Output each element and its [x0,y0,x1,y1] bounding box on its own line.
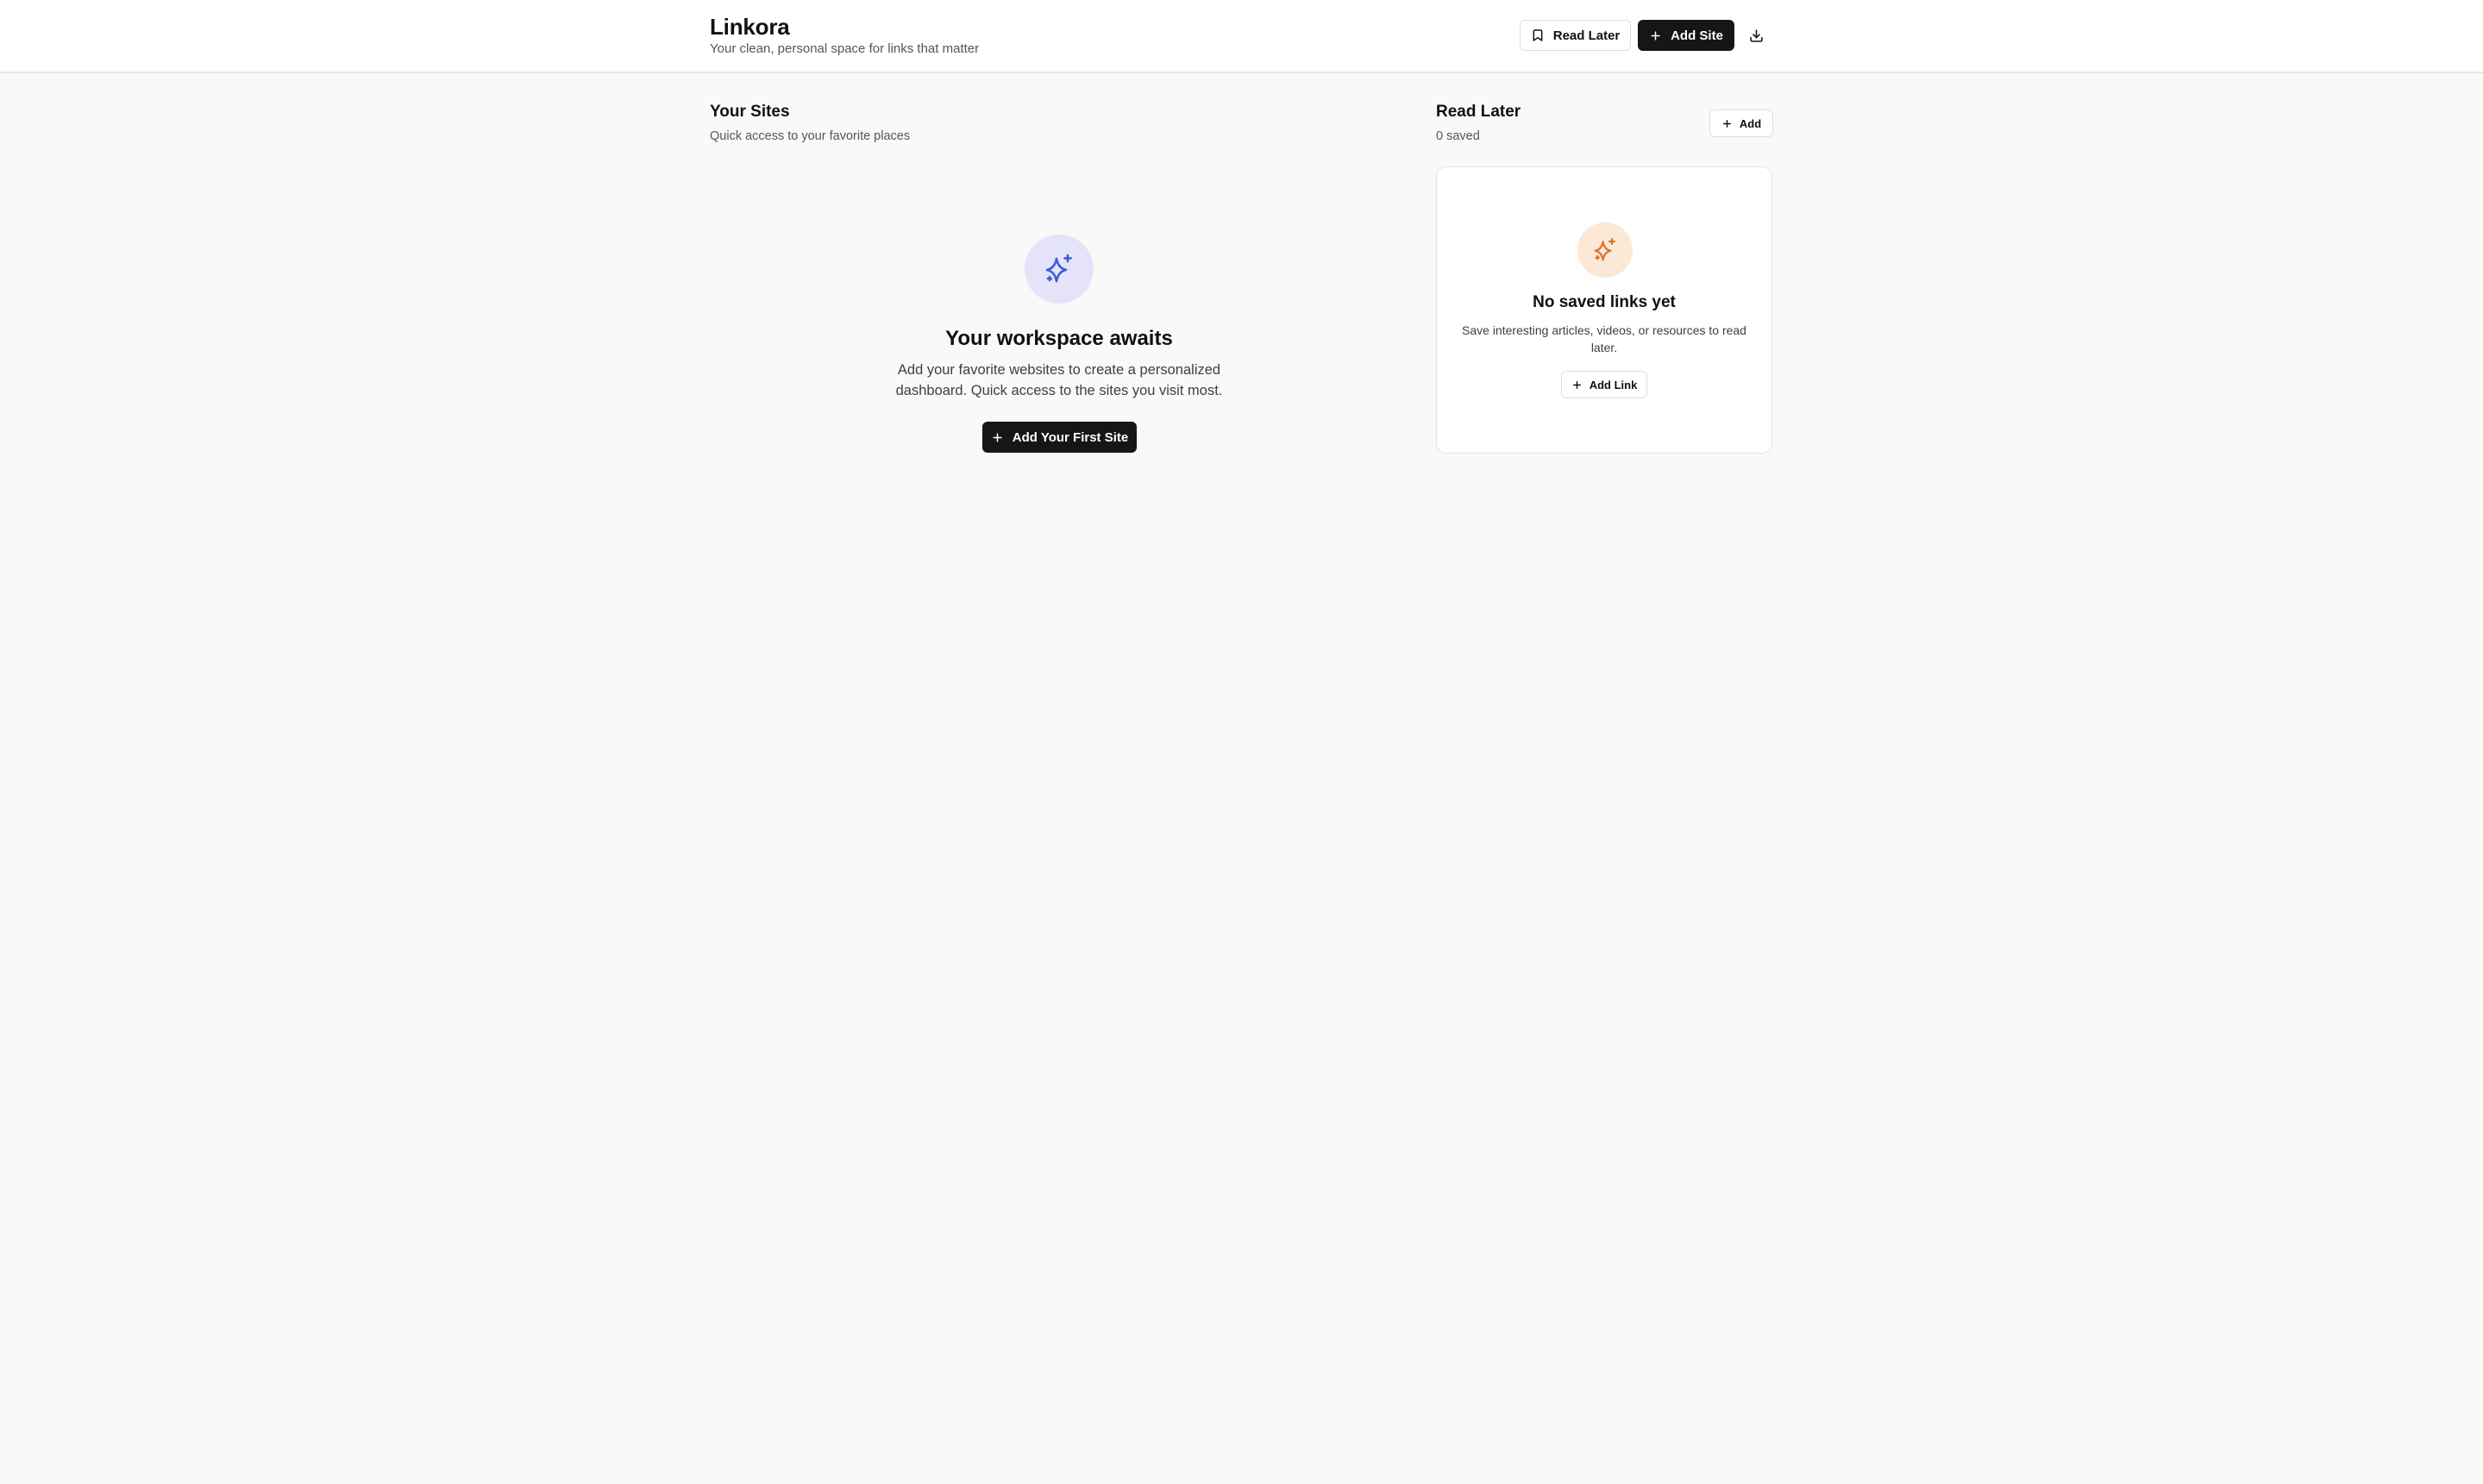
add-read-later-button[interactable]: Add [1709,110,1773,137]
sites-section-title: Your Sites [710,103,790,121]
read-later-empty-heading: No saved links yet [1533,293,1676,311]
plus-icon [1651,30,1660,41]
bookmark-icon [1533,29,1543,41]
sparkles-icon [1025,235,1094,304]
plus-icon [1722,119,1731,128]
read-later-title: Read Later [1436,103,1521,121]
read-later-button[interactable]: Read Later [1520,20,1631,51]
sites-empty-heading: Your workspace awaits [945,327,1173,350]
download-icon [1749,28,1763,42]
sites-empty-text: Add your favorite websites to create a p… [895,362,1223,398]
plus-icon [993,432,1002,442]
add-link-button-label: Add Link [1589,378,1638,391]
add-first-site-button-label: Add Your First Site [1012,429,1129,445]
sparkles-icon [1577,222,1633,278]
sites-section-subtitle: Quick access to your favorite places [710,129,911,143]
app-title: Linkora [710,14,790,40]
read-later-button-label: Read Later [1552,28,1621,43]
add-site-button[interactable]: Add Site [1638,20,1734,51]
add-first-site-button[interactable]: Add Your First Site [982,422,1137,453]
download-button[interactable] [1743,20,1769,51]
add-read-later-button-label: Add [1739,116,1762,130]
app-header: Linkora Your clean, personal space for l… [0,0,2483,73]
add-link-button[interactable]: Add Link [1561,371,1647,398]
read-later-empty-text: Save interesting articles, videos, or re… [1462,323,1746,354]
plus-icon [1572,380,1581,389]
read-later-count: 0 saved [1436,129,1480,143]
add-site-button-label: Add Site [1671,28,1723,43]
app-tagline: Your clean, personal space for links tha… [710,41,980,56]
